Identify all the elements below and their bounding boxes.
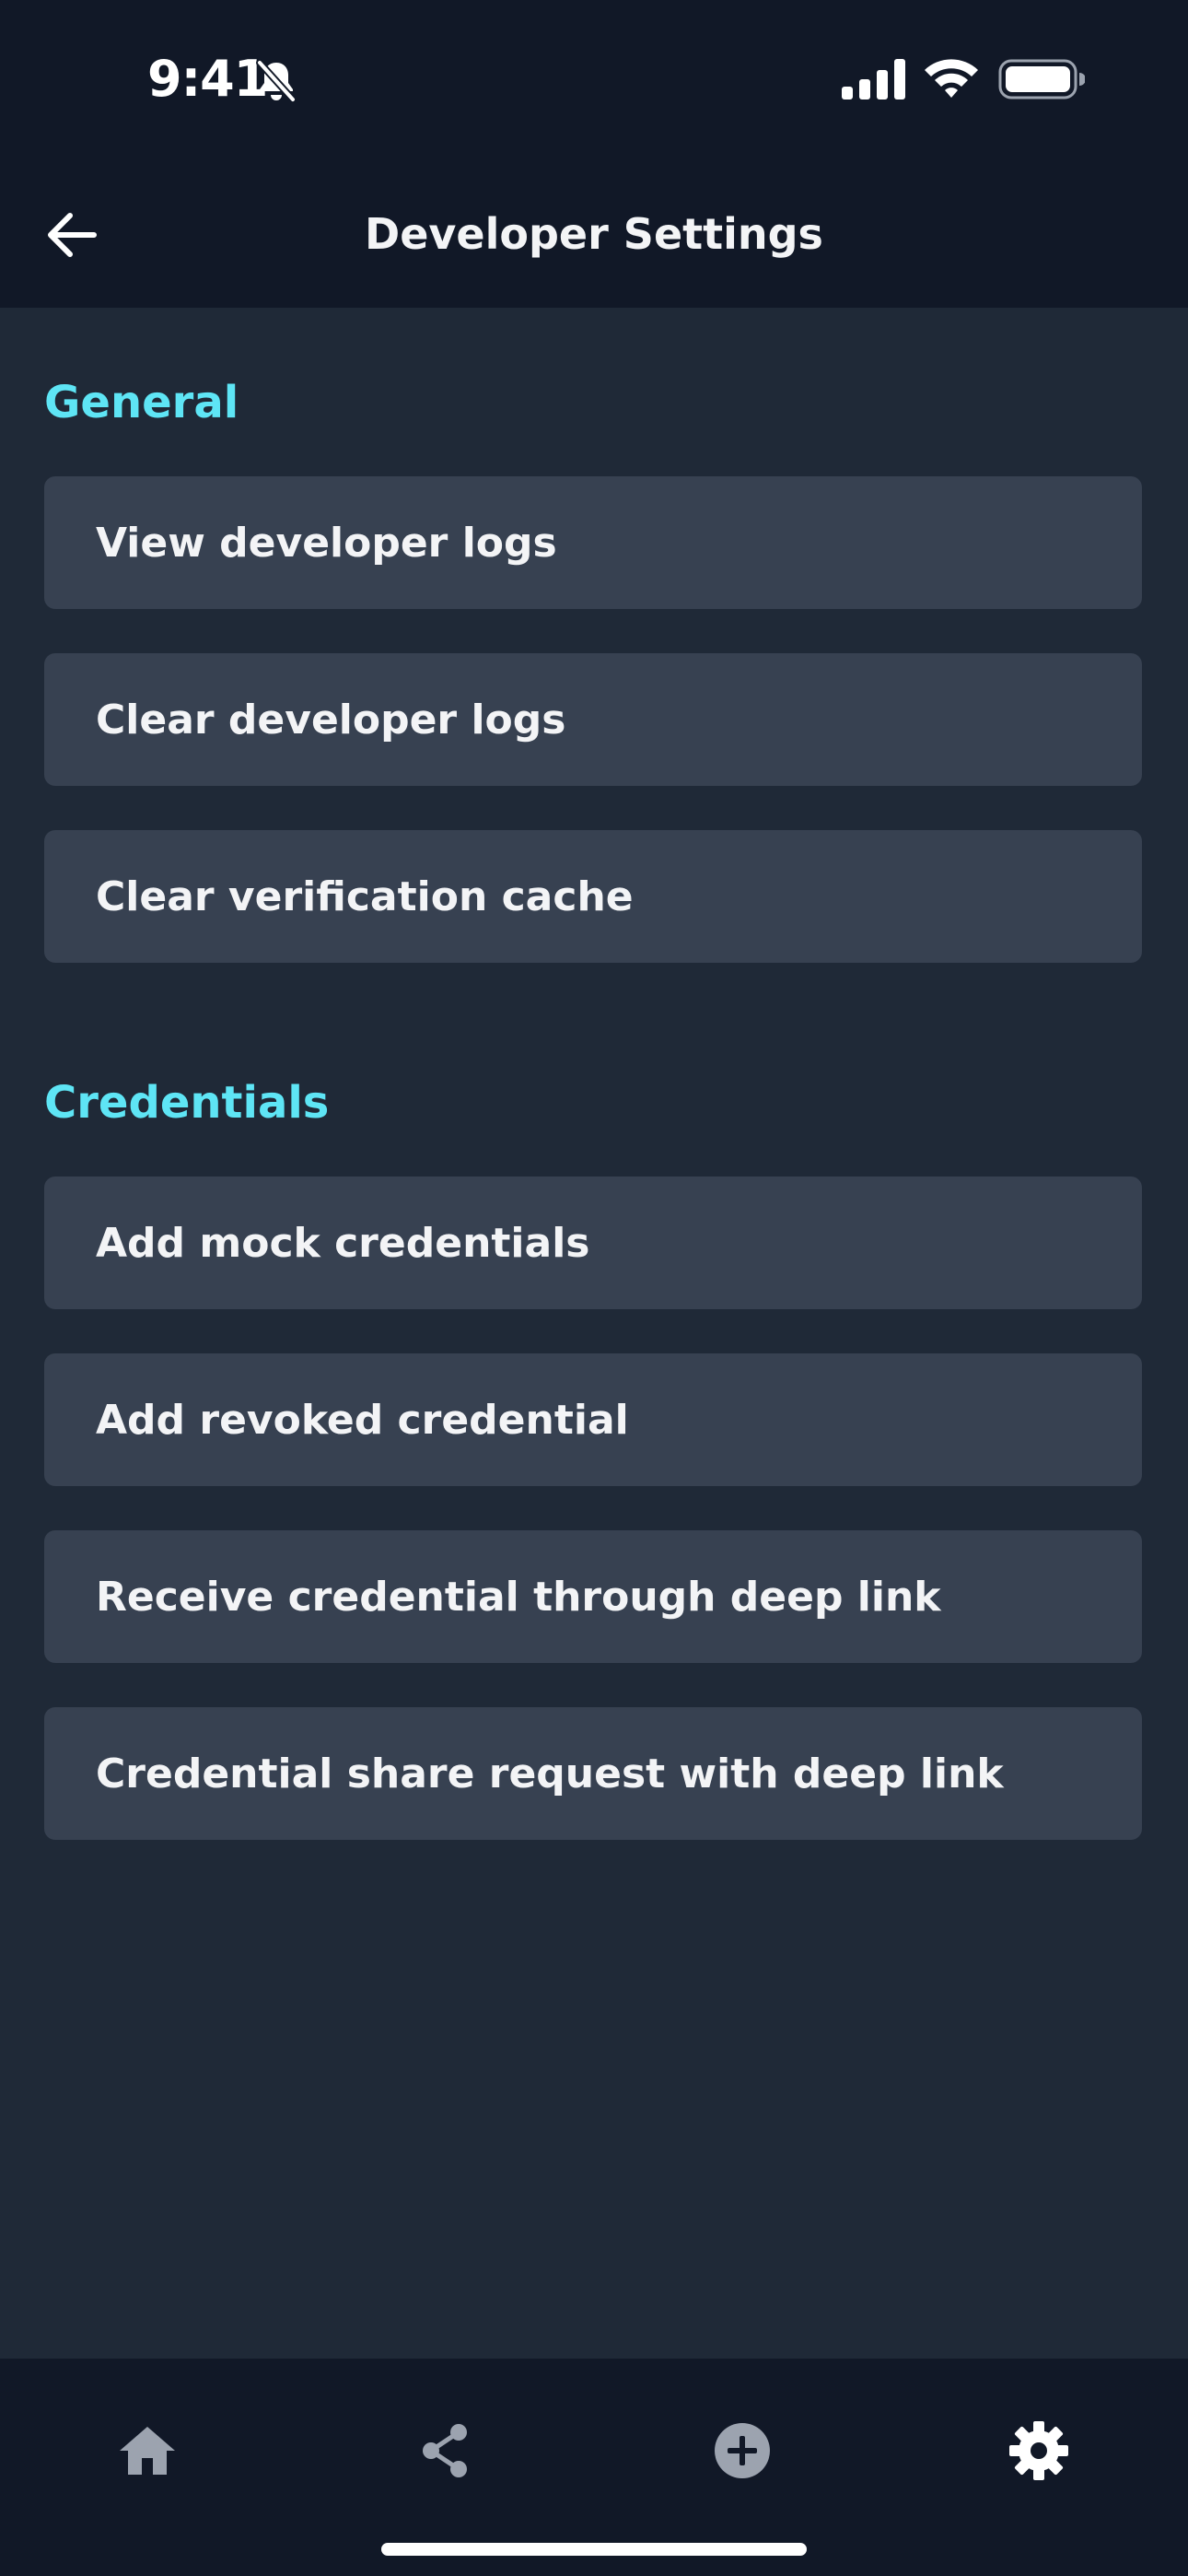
page-title: Developer Settings (365, 209, 823, 259)
cellular-signal-icon (842, 59, 905, 100)
clear-verification-cache-button[interactable]: Clear verification cache (44, 830, 1142, 963)
wifi-icon (925, 59, 978, 98)
row-label: Add revoked credential (96, 1396, 629, 1444)
row-label: Clear verification cache (96, 872, 634, 920)
credential-share-request-deep-link-button[interactable]: Credential share request with deep link (44, 1707, 1142, 1840)
share-icon (423, 2424, 467, 2477)
section-title-general: General (44, 377, 239, 428)
row-label: Credential share request with deep link (96, 1750, 1004, 1797)
battery-icon (998, 59, 1085, 100)
clear-developer-logs-button[interactable]: Clear developer logs (44, 653, 1142, 786)
arrow-left-icon (48, 213, 97, 257)
row-label: View developer logs (96, 519, 557, 567)
home-icon (120, 2427, 175, 2475)
add-revoked-credential-button[interactable]: Add revoked credential (44, 1353, 1142, 1486)
nav-add-tab[interactable] (687, 2395, 798, 2506)
back-button[interactable] (37, 203, 107, 267)
section-title-credentials: Credentials (44, 1077, 330, 1129)
nav-settings-tab[interactable] (984, 2395, 1094, 2506)
gear-icon (1009, 2421, 1068, 2480)
receive-credential-deep-link-button[interactable]: Receive credential through deep link (44, 1530, 1142, 1663)
view-developer-logs-button[interactable]: View developer logs (44, 476, 1142, 609)
add-mock-credentials-button[interactable]: Add mock credentials (44, 1177, 1142, 1309)
nav-share-tab[interactable] (390, 2395, 501, 2506)
add-circle-icon (715, 2423, 770, 2478)
bell-slash-icon (256, 59, 297, 103)
nav-home-tab[interactable] (92, 2395, 203, 2506)
row-label: Clear developer logs (96, 696, 566, 744)
developer-settings-screen: 9:41 Developer Settings General View dev… (0, 0, 1188, 2576)
status-time: 9:41 (147, 50, 268, 108)
row-label: Add mock credentials (96, 1219, 590, 1267)
home-indicator (381, 2543, 807, 2556)
row-label: Receive credential through deep link (96, 1573, 941, 1621)
